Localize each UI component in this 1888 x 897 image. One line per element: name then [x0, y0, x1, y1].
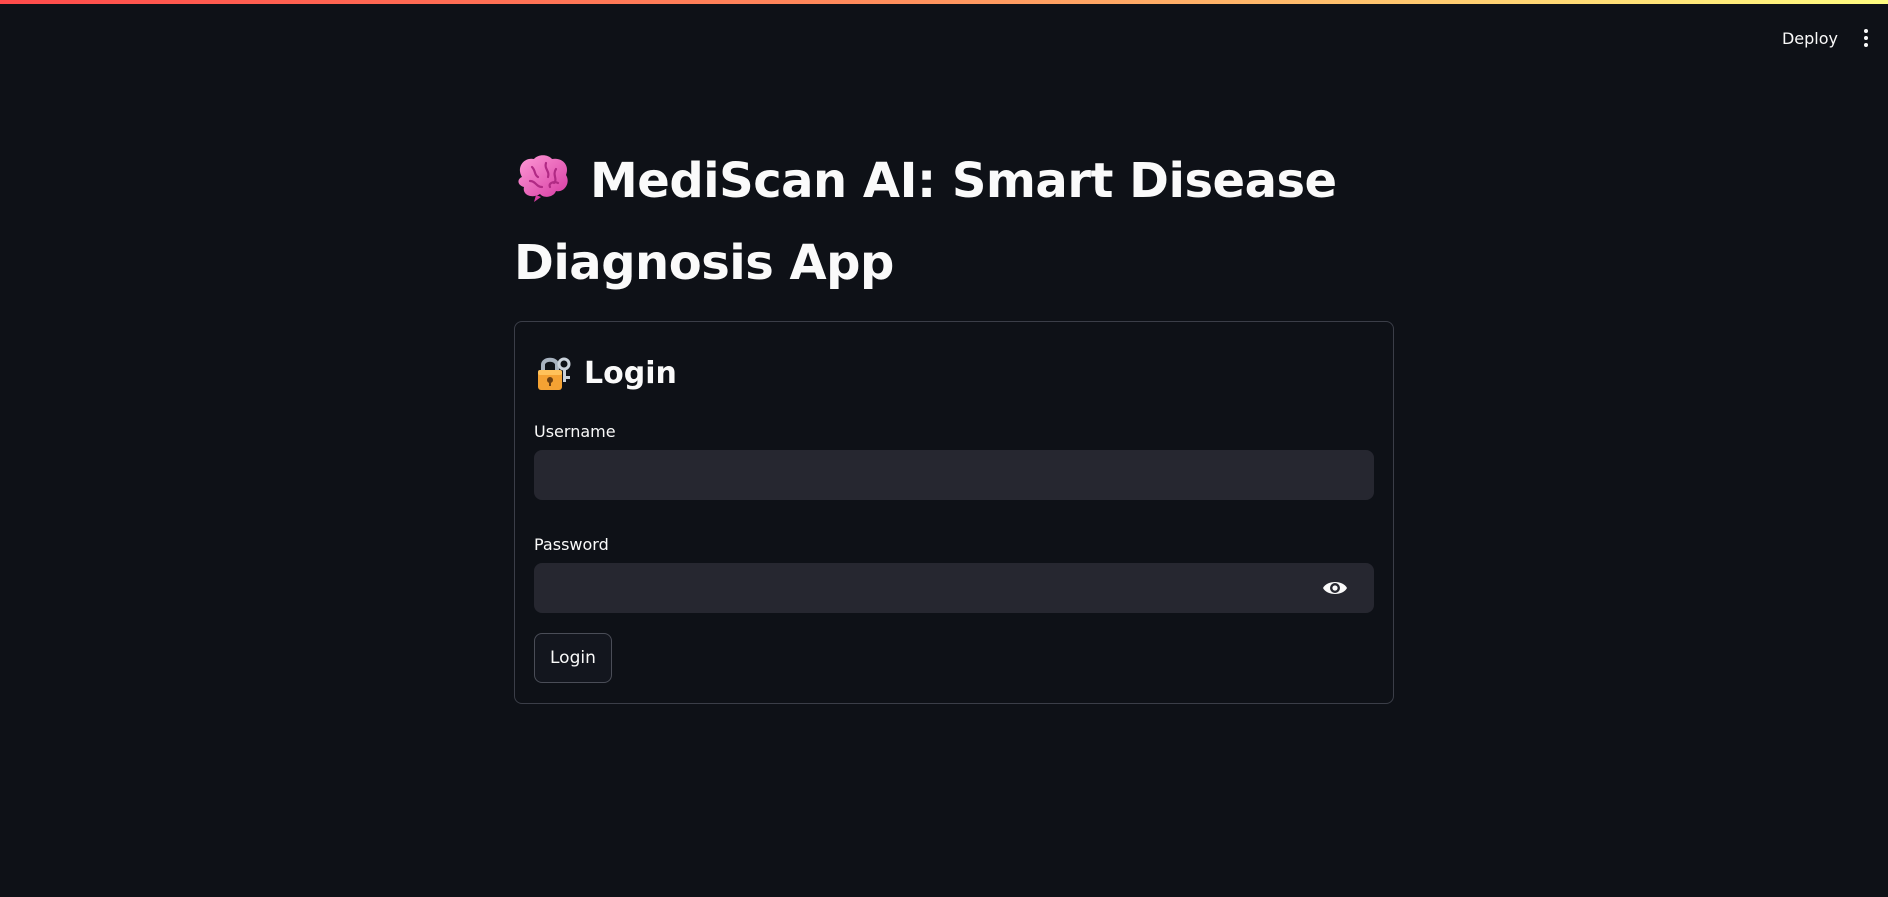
main-menu-button[interactable] — [1858, 22, 1874, 54]
deploy-button[interactable]: Deploy — [1778, 23, 1842, 54]
password-field-wrapper — [534, 563, 1374, 613]
password-input[interactable] — [534, 563, 1374, 613]
lock-with-key-icon — [538, 357, 571, 390]
username-field-wrapper — [534, 450, 1374, 500]
vertical-ellipsis-icon — [1864, 29, 1868, 47]
login-submit-button[interactable]: Login — [534, 633, 612, 683]
brain-icon — [518, 155, 568, 202]
eye-icon[interactable] — [1322, 577, 1348, 599]
password-label: Password — [534, 535, 609, 554]
page-title-text: MediScan AI: Smart Disease Diagnosis App — [514, 153, 1337, 291]
top-decoration-bar — [0, 0, 1888, 4]
app-toolbar: Deploy — [1778, 22, 1874, 54]
username-input[interactable] — [534, 450, 1374, 500]
username-label: Username — [534, 422, 616, 441]
page-title: MediScan AI: Smart Disease Diagnosis App — [514, 140, 1394, 304]
login-heading: Login — [534, 354, 1374, 392]
login-heading-text: Login — [584, 355, 677, 391]
main-content: MediScan AI: Smart Disease Diagnosis App… — [514, 140, 1394, 704]
login-form: Login Username Password Login — [514, 321, 1394, 704]
